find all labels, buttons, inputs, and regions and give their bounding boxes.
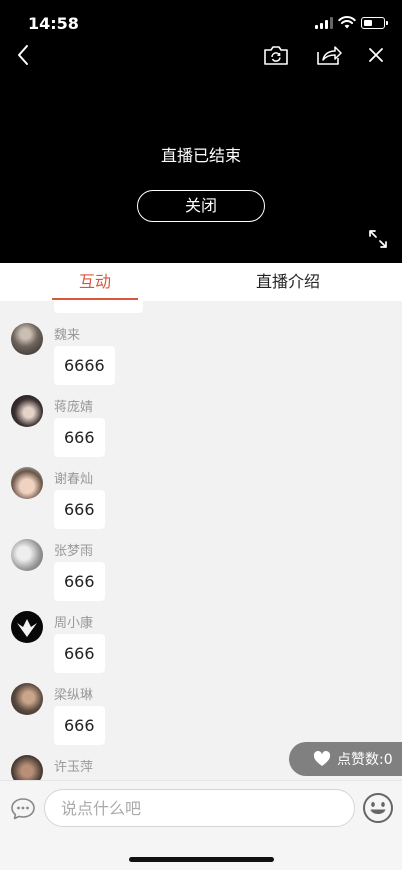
like-count-button[interactable]: 点赞数:0 — [289, 742, 402, 776]
avatar[interactable] — [11, 539, 43, 571]
back-button[interactable] — [8, 40, 38, 70]
comment-item: 张梦雨 666 — [0, 517, 402, 601]
comment-item: 梁纵琳 666 — [0, 661, 402, 745]
comment-feed[interactable]: 魏来 6666 蒋庞婧 666 谢春灿 666 张梦雨 666 周小康 666 … — [0, 301, 402, 780]
battery-icon — [361, 17, 388, 29]
comment-username: 周小康 — [54, 616, 94, 631]
avatar-art — [17, 619, 37, 637]
tab-bar: 互动 直播介绍 — [0, 263, 402, 301]
like-count-label: 点赞数:0 — [337, 752, 393, 768]
close-live-button[interactable]: 关闭 — [137, 190, 265, 222]
heart-icon — [313, 751, 331, 766]
tab-interaction[interactable]: 互动 — [52, 263, 138, 301]
comment-username: 许玉萍 — [54, 760, 94, 775]
fullscreen-button[interactable] — [363, 224, 393, 254]
comment-input[interactable] — [44, 789, 355, 827]
wifi-icon — [338, 16, 356, 29]
avatar[interactable] — [11, 467, 43, 499]
live-ended-text: 直播已结束 — [160, 146, 241, 165]
comment-username: 魏来 — [54, 328, 81, 343]
close-icon — [369, 48, 383, 62]
tab-live-intro[interactable]: 直播介绍 — [246, 263, 330, 301]
avatar[interactable] — [11, 755, 43, 780]
camera-flip-icon — [264, 46, 288, 65]
back-icon — [18, 45, 28, 65]
status-time: 14:58 — [28, 14, 79, 33]
camera-flip-button[interactable] — [261, 40, 291, 70]
comment-username: 梁纵琳 — [54, 688, 94, 703]
emoji-icon[interactable] — [362, 792, 394, 824]
comment-username: 蒋庞婧 — [54, 400, 94, 415]
video-player[interactable]: 14:58 直播已结束 关闭 — [0, 0, 402, 263]
home-indicator — [129, 857, 274, 862]
avatar[interactable] — [11, 323, 43, 355]
comment-item: 魏来 6666 — [0, 301, 402, 385]
avatar[interactable] — [11, 611, 43, 643]
share-icon — [317, 46, 342, 65]
share-button[interactable] — [313, 40, 345, 70]
comment-item: 谢春灿 666 — [0, 445, 402, 529]
status-bar: 14:58 — [0, 0, 402, 44]
fullscreen-icon — [369, 230, 387, 248]
comment-username: 张梦雨 — [54, 544, 94, 559]
comment-input-bar — [0, 780, 402, 870]
chat-bubble-icon[interactable] — [10, 797, 36, 821]
comment-item: 蒋庞婧 666 — [0, 373, 402, 457]
avatar[interactable] — [11, 395, 43, 427]
comment-item: 周小康 666 — [0, 589, 402, 673]
signal-icon — [315, 17, 333, 29]
close-button[interactable] — [362, 40, 390, 70]
avatar[interactable] — [11, 683, 43, 715]
comment-username: 谢春灿 — [54, 472, 94, 487]
